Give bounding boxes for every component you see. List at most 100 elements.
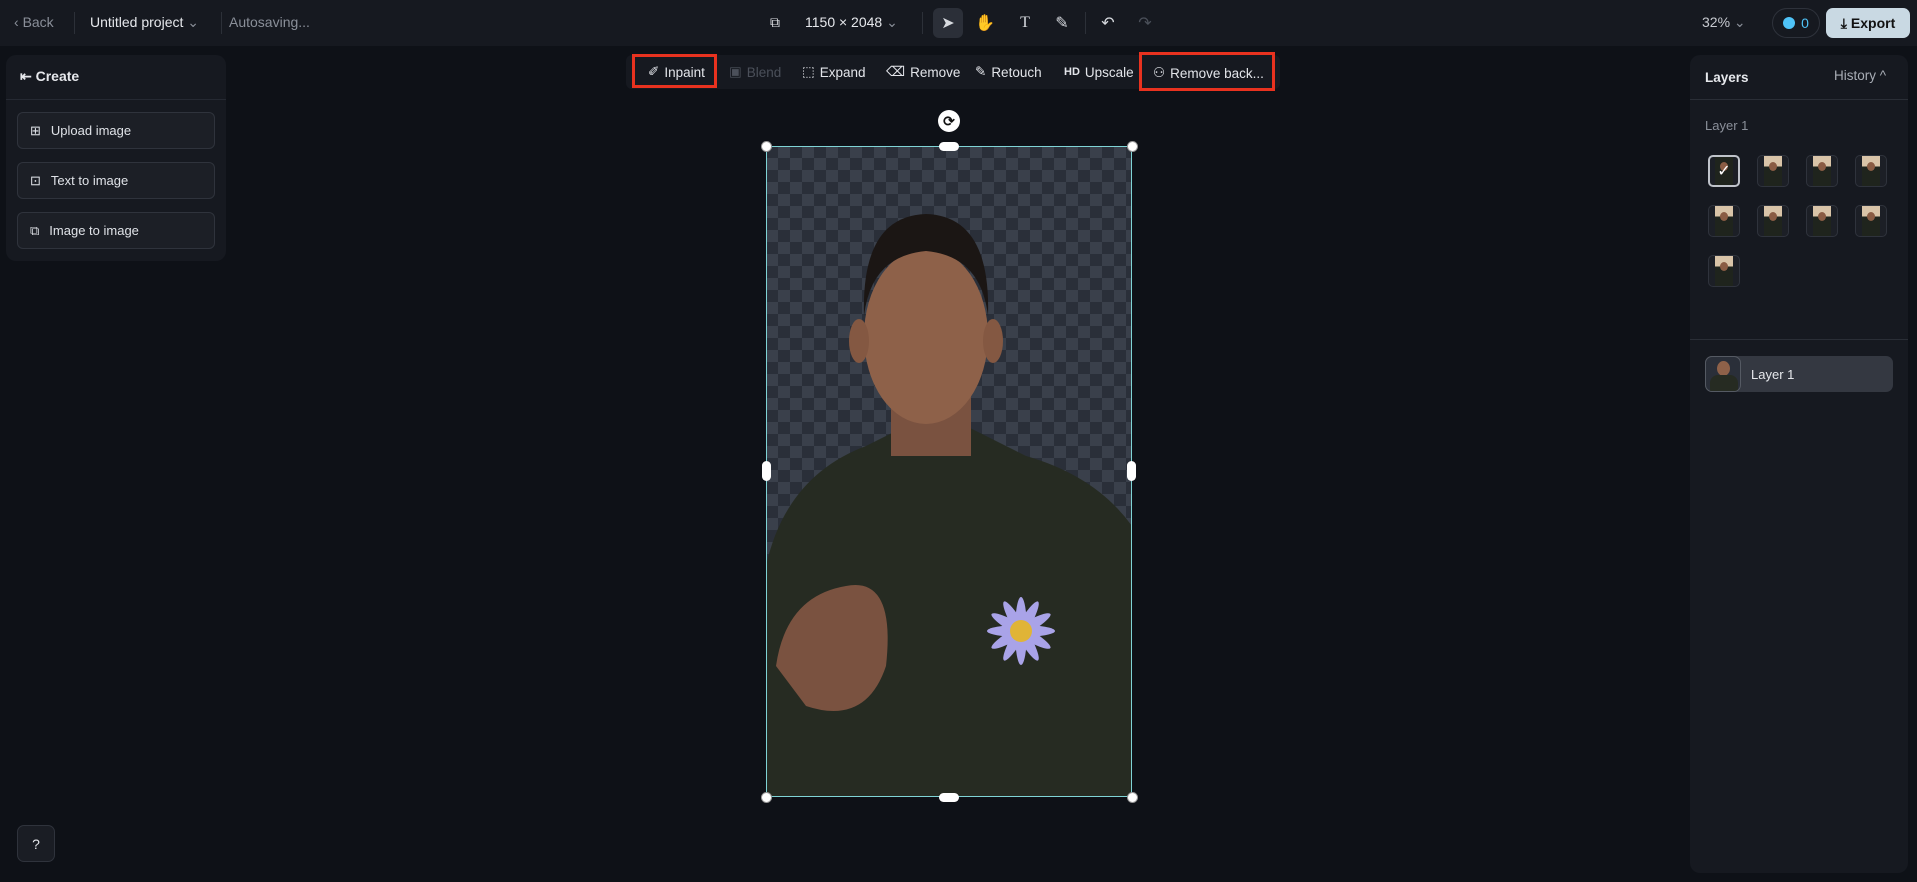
label: Expand (819, 64, 866, 80)
history-thumbnail[interactable] (1806, 205, 1838, 237)
selection-frame (766, 146, 1132, 797)
history-thumbnail[interactable] (1708, 255, 1740, 287)
label: Retouch (991, 64, 1042, 80)
label: Upscale (1084, 64, 1134, 80)
resize-handle[interactable] (1127, 792, 1138, 803)
history-group-label: Layer 1 (1705, 118, 1749, 133)
back-label: Back (22, 14, 54, 30)
text-tool-icon[interactable]: T (1010, 8, 1040, 38)
hand-tool-icon[interactable]: ✋ (970, 8, 1000, 38)
text-image-icon: ⊡ (30, 172, 41, 188)
retouch-button[interactable]: ✎ Retouch (975, 56, 1042, 88)
resize-handle[interactable] (939, 142, 959, 151)
thumbnail-image (1862, 206, 1880, 236)
download-icon: ⤓ (1840, 14, 1847, 31)
chevron-left-icon: ‹ (14, 14, 23, 30)
divider (1690, 339, 1908, 340)
credits-count: 0 (1801, 15, 1809, 31)
thumbnail-image (1715, 256, 1733, 286)
project-name: Untitled project (90, 14, 184, 30)
history-thumbnail[interactable] (1855, 205, 1887, 237)
thumbnail-image (1862, 156, 1880, 186)
chevron-down-icon: ⌄ (1733, 14, 1746, 30)
label: Upload image (50, 123, 132, 138)
canvas-size-dropdown[interactable]: 1150 × 2048 ⌄ (805, 14, 898, 31)
resize-handle[interactable] (761, 141, 772, 152)
label: Inpaint (664, 64, 705, 80)
brush-tool-icon[interactable]: ✎ (1047, 8, 1077, 38)
autosave-status: Autosaving... (229, 14, 310, 30)
label: Text to image (50, 173, 129, 188)
canvas-size: 1150 × 2048 (805, 14, 883, 30)
history-thumbnail[interactable]: ✓ (1708, 155, 1740, 187)
back-button[interactable]: ‹ Back (14, 14, 54, 30)
export-label: Export (1850, 15, 1896, 31)
chevron-down-icon: ⌄ (187, 14, 200, 30)
inpaint-button[interactable]: ✐ Inpaint (648, 56, 705, 88)
history-toggle[interactable]: History ^ (1834, 68, 1886, 83)
resize-handle[interactable] (1127, 461, 1136, 481)
create-header[interactable]: ⇤ Create (20, 68, 79, 85)
layer-thumbnail (1705, 356, 1741, 392)
text-to-image-button[interactable]: ⊡ Text to image (17, 162, 215, 199)
history-thumbnail[interactable] (1806, 155, 1838, 187)
export-button[interactable]: ⤓ Export (1826, 8, 1910, 38)
divider (1690, 99, 1908, 100)
resize-handle[interactable] (761, 792, 772, 803)
blend-button[interactable]: ▣ Blend (729, 56, 781, 88)
divider (221, 12, 222, 34)
upload-image-icon: ⊞ (30, 122, 41, 138)
expand-button[interactable]: ⬚ Expand (802, 56, 866, 88)
history-thumbnail[interactable] (1757, 205, 1789, 237)
resize-handle[interactable] (762, 461, 771, 481)
remove-button[interactable]: ⌫ Remove (886, 56, 960, 88)
help-icon: ? (32, 835, 40, 852)
redo-icon[interactable]: ↷ (1130, 8, 1160, 38)
resize-handle[interactable] (1127, 141, 1138, 152)
thumbnail-image (1813, 206, 1831, 236)
hd-icon: HD (1064, 66, 1080, 78)
divider (6, 99, 226, 100)
remove-background-button[interactable]: ⚇ Remove back... (1153, 57, 1264, 89)
images-icon: ⧉ (30, 222, 40, 238)
label: Remove back... (1170, 65, 1264, 81)
layers-tab[interactable]: Layers (1705, 70, 1749, 85)
eraser-icon: ⌫ (886, 64, 906, 79)
resize-handle[interactable] (939, 793, 959, 802)
credits-badge[interactable]: 0 (1772, 8, 1820, 38)
label: Blend (746, 64, 782, 80)
layer-name: Layer 1 (1751, 366, 1795, 382)
upload-image-button[interactable]: ⊞ Upload image (17, 112, 215, 149)
thumbnail-image (1813, 156, 1831, 186)
upscale-button[interactable]: HD Upscale (1064, 56, 1134, 88)
inpaint-icon: ✐ (648, 64, 660, 79)
history-thumbnail[interactable] (1855, 155, 1887, 187)
zoom-level: 32% (1702, 14, 1731, 30)
history-thumbnail[interactable] (1757, 155, 1789, 187)
zoom-dropdown[interactable]: 32% ⌄ (1702, 14, 1746, 31)
divider (74, 12, 75, 34)
resize-icon[interactable]: ⧉ (770, 14, 780, 31)
undo-icon[interactable]: ↶ (1093, 8, 1123, 38)
label: Remove (910, 64, 961, 80)
thumbnail-image (1764, 156, 1782, 186)
history-thumbnail[interactable] (1708, 205, 1740, 237)
collapse-icon: ⇤ (20, 68, 36, 84)
chevron-down-icon: ⌄ (886, 14, 898, 30)
label: Image to image (49, 223, 139, 238)
person-icon: ⚇ (1153, 65, 1166, 80)
thumbnail-image (1764, 206, 1782, 236)
project-name-dropdown[interactable]: Untitled project ⌄ (90, 14, 199, 31)
chevron-up-icon: ^ (1879, 68, 1887, 83)
credit-icon (1783, 17, 1796, 29)
thumbnail-image (1715, 206, 1733, 236)
rotate-handle-icon[interactable]: ⟳ (938, 110, 960, 132)
image-to-image-button[interactable]: ⧉ Image to image (17, 212, 215, 249)
divider (922, 12, 923, 34)
select-tool-icon[interactable]: ➤ (933, 8, 963, 38)
divider (1085, 12, 1086, 34)
retouch-icon: ✎ (975, 64, 987, 79)
help-button[interactable]: ? (17, 825, 55, 862)
check-icon: ✓ (1717, 163, 1731, 180)
layer-item[interactable]: Layer 1 (1705, 356, 1893, 392)
